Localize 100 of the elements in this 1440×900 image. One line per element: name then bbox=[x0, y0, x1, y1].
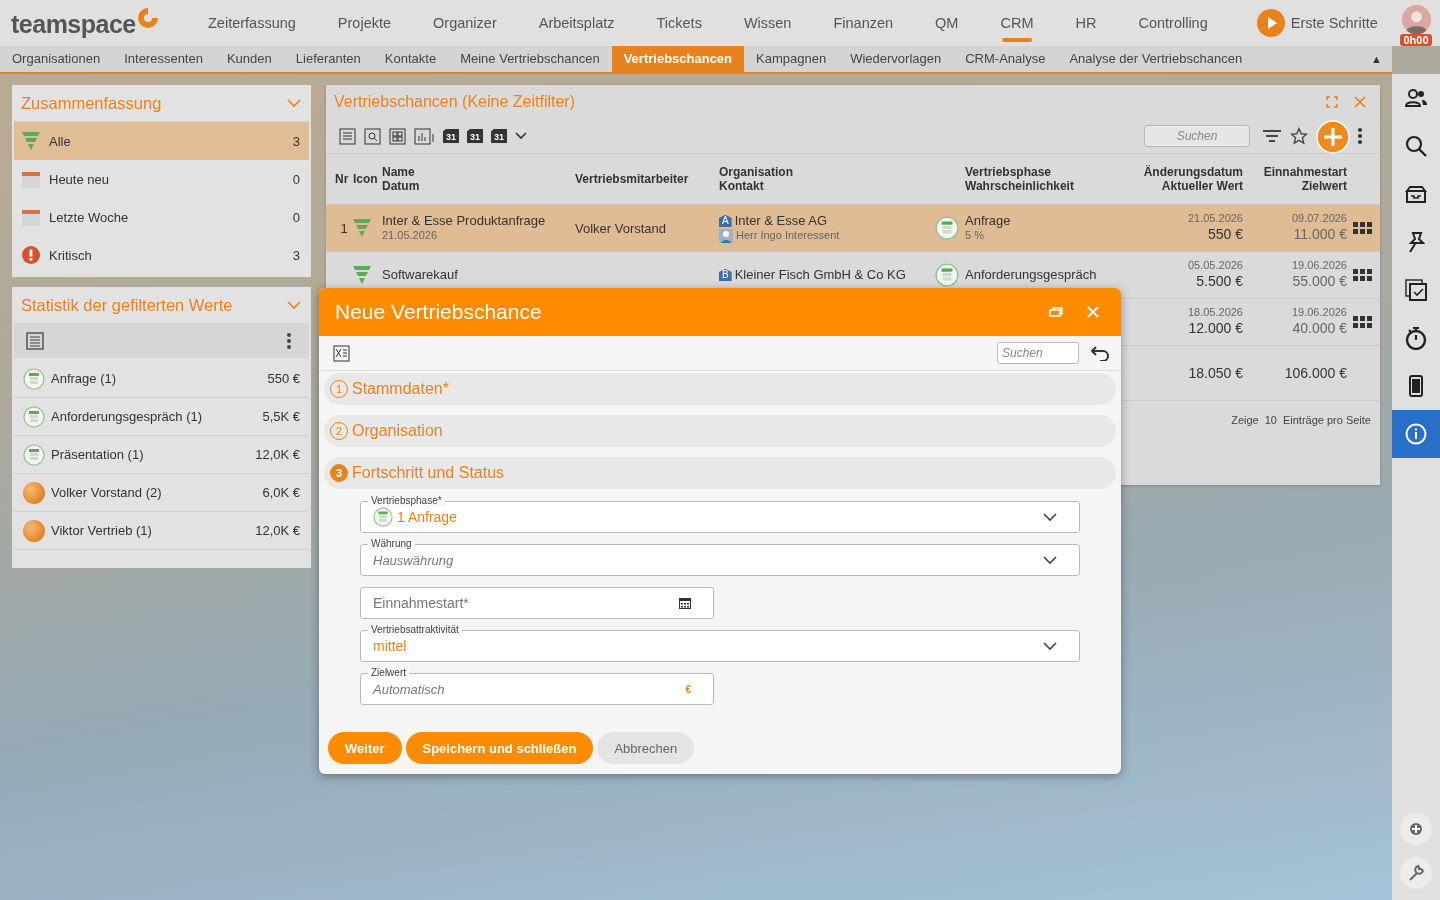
table-row[interactable]: 1 Inter & Esse Produktanfrage 21.05.2026 Volker Vorstand A Inter & Esse AG Herr Ingo Interessent Anfrage 5 % 21.05.2026 550 € 09.07.2026 11.000 € bbox=[326, 205, 1380, 252]
page-size-select[interactable]: 10 bbox=[1264, 414, 1277, 426]
column-header[interactable]: Vertriebsphase Wahrscheinlichkeit bbox=[965, 165, 1130, 193]
form-field[interactable]: Einnahmestart* bbox=[360, 587, 714, 619]
sub-nav-tab[interactable]: CRM-Analyse bbox=[953, 46, 1058, 72]
filter-icon[interactable] bbox=[1262, 129, 1282, 143]
chevron-down-icon[interactable] bbox=[515, 132, 528, 140]
phase-icon bbox=[935, 216, 959, 240]
summary-item[interactable]: Alle 3 bbox=[14, 122, 309, 160]
main-nav-tab[interactable]: CRM bbox=[979, 0, 1055, 46]
grid-menu-icon[interactable] bbox=[1353, 315, 1372, 329]
info-icon bbox=[1405, 423, 1427, 445]
main-nav-tab[interactable]: Arbeitsplatz bbox=[517, 0, 636, 46]
inbox-icon bbox=[1405, 185, 1427, 203]
search-field[interactable]: Suchen bbox=[997, 342, 1079, 364]
sub-nav-tab[interactable]: Kontakte bbox=[372, 46, 449, 72]
sub-nav-tab[interactable]: Kunden bbox=[214, 46, 284, 72]
calendar-icon bbox=[22, 208, 40, 226]
sub-nav-tab[interactable]: Organisationen bbox=[0, 46, 113, 72]
summary-item[interactable]: Heute neu 0 bbox=[14, 160, 309, 198]
person-dot-icon bbox=[23, 519, 45, 542]
summary-count: 0 bbox=[292, 209, 300, 225]
more-icon[interactable] bbox=[1358, 128, 1362, 144]
summary-label: Alle bbox=[49, 133, 72, 149]
summary-item[interactable]: Letzte Woche 0 bbox=[14, 198, 309, 236]
summary-count: 3 bbox=[292, 133, 300, 149]
summary-item[interactable]: Kritisch 3 bbox=[14, 236, 309, 274]
phase-icon bbox=[23, 443, 45, 466]
sub-nav-tab[interactable]: Interessenten bbox=[112, 46, 215, 72]
play-icon bbox=[1256, 9, 1285, 37]
calendar-view-button[interactable]: 31 bbox=[467, 129, 484, 143]
pagination-label: Einträge pro Seite bbox=[1282, 414, 1371, 426]
chevron-down-icon bbox=[1043, 641, 1057, 651]
phase-icon bbox=[23, 367, 45, 390]
preview-icon[interactable] bbox=[364, 127, 381, 145]
calendar-icon bbox=[22, 170, 40, 188]
add-widget-button[interactable] bbox=[1399, 812, 1433, 846]
main-nav-tab[interactable]: Zeiterfassung bbox=[187, 0, 317, 46]
main-nav-tab[interactable]: QM bbox=[914, 0, 980, 46]
sales-phase: Anfrage bbox=[965, 213, 1012, 230]
settings-button[interactable] bbox=[1399, 856, 1433, 890]
contact-icon bbox=[719, 229, 733, 244]
sub-nav-tab[interactable]: Meine Vertriebschancen bbox=[448, 46, 612, 72]
grid-menu-icon[interactable] bbox=[1353, 221, 1372, 235]
summary-label: Kritisch bbox=[49, 247, 93, 263]
statistic-label: Volker Vorstand (2) bbox=[51, 485, 163, 500]
column-header[interactable]: Änderungsdatum Aktueller Wert bbox=[1130, 165, 1243, 193]
undo-icon[interactable] bbox=[1091, 345, 1109, 361]
list-icon[interactable] bbox=[26, 332, 44, 350]
current-value: 550 € bbox=[1207, 226, 1243, 244]
field-placeholder: Einnahmestart* bbox=[373, 595, 469, 611]
excel-export-icon[interactable] bbox=[333, 344, 350, 362]
main-nav-tab[interactable]: HR bbox=[1054, 0, 1118, 46]
main-nav-tab[interactable]: Wissen bbox=[722, 0, 813, 46]
tiles-icon[interactable] bbox=[389, 127, 406, 145]
cancel-button[interactable]: Abbrechen bbox=[597, 732, 695, 764]
probability: 5 % bbox=[965, 229, 985, 243]
panel-title: Statistik der gefilterten Werte bbox=[21, 295, 233, 315]
total-current-value: 18.050 € bbox=[1187, 365, 1243, 381]
list-view-icon[interactable] bbox=[339, 127, 356, 145]
revenue-start: 19.06.2026 bbox=[1291, 259, 1347, 274]
sub-nav-tab[interactable]: Lieferanten bbox=[283, 46, 373, 72]
star-icon[interactable] bbox=[1290, 127, 1308, 145]
mobile-phone-icon bbox=[1409, 375, 1423, 397]
revenue-start: 19.06.2026 bbox=[1291, 306, 1347, 321]
sub-nav-tab[interactable]: Wiedervorlagen bbox=[838, 46, 954, 72]
getting-started-button[interactable]: Erste Schritte bbox=[1250, 8, 1384, 38]
search-field[interactable]: Suchen bbox=[1144, 125, 1250, 147]
step-number: 3 bbox=[330, 464, 348, 482]
chart-icon[interactable] bbox=[414, 127, 435, 145]
chevron-down-icon bbox=[1043, 555, 1057, 565]
main-nav-tab[interactable]: Finanzen bbox=[812, 0, 915, 46]
opportunity-name: Softwarekauf bbox=[382, 266, 459, 284]
column-header[interactable]: Organisation Kontakt bbox=[719, 165, 935, 193]
column-header[interactable]: Einnahmestart Zielwert bbox=[1243, 165, 1347, 193]
column-header[interactable]: Name Datum bbox=[382, 165, 575, 193]
sub-nav-tab[interactable]: Analyse der Vertriebschancen bbox=[1057, 46, 1255, 72]
field-value: 1 Anfrage bbox=[397, 509, 457, 525]
logo-icon bbox=[136, 7, 159, 29]
brand-name[interactable]: teamspace bbox=[11, 10, 136, 39]
grid-menu-icon[interactable] bbox=[1353, 268, 1372, 282]
main-nav-tab[interactable]: Organizer bbox=[412, 0, 518, 46]
calendar-view-button[interactable]: 31 bbox=[491, 129, 508, 143]
main-nav-tab[interactable]: Projekte bbox=[316, 0, 413, 46]
column-header[interactable]: Nr bbox=[335, 172, 353, 186]
main-nav-tab[interactable]: Tickets bbox=[635, 0, 723, 46]
sales-phase: Anforderungsgespräch bbox=[965, 266, 1098, 284]
column-header[interactable]: Icon bbox=[353, 172, 382, 186]
calendar-icon bbox=[679, 597, 691, 609]
collapse-toggle[interactable]: ▲ bbox=[1371, 46, 1382, 72]
main-nav-tab[interactable]: Controlling bbox=[1117, 0, 1229, 46]
column-header[interactable]: Vertriebsmitarbeiter bbox=[575, 172, 719, 186]
contact-name: Herr Ingo Interessent bbox=[736, 229, 840, 243]
summary-label: Letzte Woche bbox=[49, 209, 130, 225]
calendar-view-button[interactable]: 31 bbox=[443, 129, 459, 143]
more-icon[interactable] bbox=[287, 333, 291, 349]
revenue-start: 09.07.2026 bbox=[1291, 212, 1347, 227]
user-avatar[interactable] bbox=[1401, 5, 1431, 34]
organisation-name: Kleiner Fisch GmbH & Co KG bbox=[734, 266, 906, 284]
sub-nav-tab[interactable]: Kampagnen bbox=[744, 46, 839, 72]
